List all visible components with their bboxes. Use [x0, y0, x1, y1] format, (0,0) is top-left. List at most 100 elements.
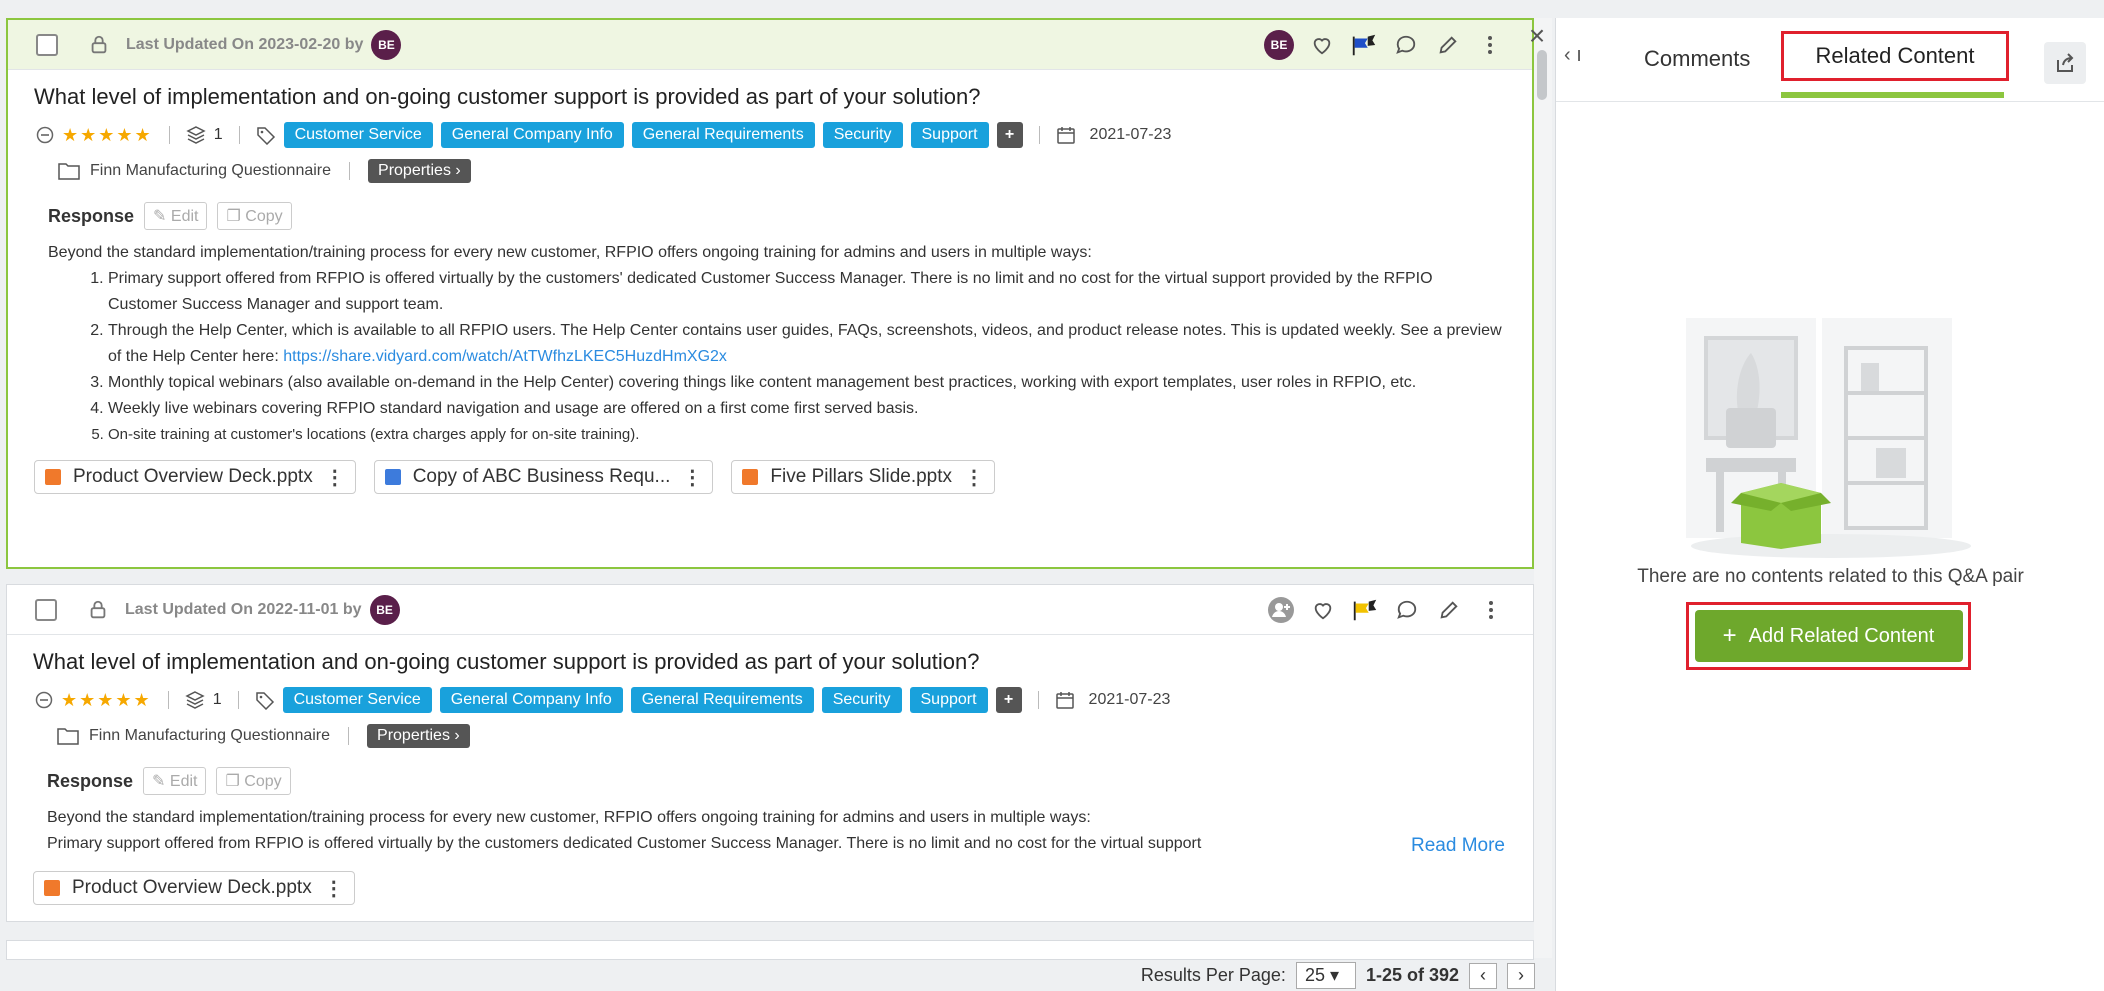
scrollbar-track[interactable]: [1534, 18, 1552, 958]
attachment[interactable]: Product Overview Deck.pptx ⋮: [33, 871, 355, 905]
add-tag-button[interactable]: +: [995, 687, 1022, 713]
response-label: Response: [48, 205, 135, 226]
close-panel-button[interactable]: ×: [1522, 22, 1552, 52]
attachment[interactable]: Copy of ABC Business Requ... ⋮: [373, 460, 714, 494]
prev-page-button[interactable]: ‹: [1469, 962, 1497, 989]
help-center-link[interactable]: https://share.vidyard.com/watch/AtTWfhzL…: [283, 348, 727, 365]
results-list: Last Updated On 2023-02-20 by BE BE What…: [0, 0, 1555, 991]
tag-icon: [255, 692, 274, 710]
copy-button[interactable]: ❐ Copy: [216, 767, 291, 795]
tab-related-content[interactable]: Related Content: [1781, 31, 2009, 81]
active-tab-indicator: [1781, 92, 2004, 98]
per-page-select[interactable]: 25 ▾: [1295, 962, 1356, 989]
tag[interactable]: Customer Service: [282, 687, 432, 713]
divider: [348, 727, 350, 745]
lock-icon[interactable]: [87, 599, 109, 621]
flag-icon[interactable]: [1351, 596, 1379, 624]
attachment-name: Product Overview Deck.pptx: [72, 877, 312, 898]
qa-card-partial[interactable]: [6, 940, 1534, 960]
attachment[interactable]: Product Overview Deck.pptx ⋮: [34, 460, 356, 494]
select-checkbox[interactable]: [36, 33, 58, 56]
folder-name[interactable]: Finn Manufacturing Questionnaire: [90, 162, 331, 180]
tag[interactable]: Support: [909, 687, 988, 713]
highlight-outline: + Add Related Content: [1686, 602, 1971, 670]
attachment-name: Copy of ABC Business Requ...: [412, 466, 671, 487]
more-icon[interactable]: ⋮: [964, 465, 984, 490]
response-row: Response ✎ Edit ❐ Copy: [7, 761, 1533, 801]
folder-icon: [58, 163, 80, 180]
card-actions: BE: [1264, 20, 1504, 70]
copy-button[interactable]: ❐ Copy: [217, 202, 292, 230]
more-icon[interactable]: ⋮: [325, 465, 345, 490]
tag[interactable]: General Company Info: [439, 687, 623, 713]
divider: [1038, 126, 1040, 144]
edit-button[interactable]: ✎ Edit: [144, 202, 208, 230]
response-list: Primary support offered from RFPIO is of…: [48, 266, 1502, 448]
response-text: Beyond the standard implementation/train…: [8, 236, 1532, 448]
pagination: Results Per Page: 25 ▾ 1-25 of 392 ‹ ›: [0, 960, 1555, 991]
tab-scroll-back[interactable]: ‹ ı: [1564, 44, 1582, 67]
pptx-file-icon: [44, 880, 60, 896]
properties-button[interactable]: Properties ›: [368, 159, 471, 183]
flag-icon[interactable]: [1350, 31, 1378, 59]
folder-name[interactable]: Finn Manufacturing Questionnaire: [89, 727, 330, 745]
divider: [1037, 691, 1039, 709]
next-page-button[interactable]: ›: [1507, 962, 1535, 989]
more-icon[interactable]: ⋮: [324, 876, 344, 901]
pptx-file-icon: [742, 469, 759, 485]
result-count: 1-25 of 392: [1365, 965, 1459, 985]
minus-circle-icon[interactable]: [36, 126, 54, 144]
star-rating[interactable]: ★★★★★: [61, 690, 152, 711]
tag[interactable]: Security: [821, 687, 902, 713]
more-icon[interactable]: [1476, 31, 1504, 59]
version-count: 1: [213, 126, 223, 143]
layers-icon: [185, 691, 205, 709]
empty-state-text: There are no contents related to this Q&…: [1637, 566, 2024, 587]
add-related-content-button[interactable]: + Add Related Content: [1694, 610, 1963, 662]
properties-button[interactable]: Properties ›: [367, 724, 470, 748]
question-title[interactable]: What level of implementation and on-goin…: [8, 70, 1532, 116]
tab-comments[interactable]: Comments: [1644, 46, 1750, 72]
comment-icon[interactable]: [1392, 31, 1420, 59]
read-more-link[interactable]: Read More: [1411, 835, 1505, 857]
attachments: Product Overview Deck.pptx ⋮ Copy of ABC …: [8, 460, 1532, 494]
panel-tabs: ‹ ı Comments Related Content: [1556, 18, 2104, 102]
tag[interactable]: Security: [822, 122, 903, 148]
share-icon[interactable]: [2044, 42, 2086, 84]
tag[interactable]: General Requirements: [631, 122, 815, 148]
star-rating[interactable]: ★★★★★: [62, 125, 153, 146]
add-tag-button[interactable]: +: [996, 122, 1023, 148]
select-checkbox[interactable]: [35, 598, 57, 621]
response-text: Beyond the standard implementation/train…: [7, 801, 1533, 857]
edit-button[interactable]: ✎ Edit: [143, 767, 207, 795]
divider: [237, 691, 239, 709]
scrollbar-thumb[interactable]: [1537, 50, 1547, 100]
avatar[interactable]: BE: [369, 594, 400, 625]
properties-label: Properties: [378, 162, 451, 179]
heart-icon[interactable]: [1309, 596, 1337, 624]
more-icon[interactable]: [1477, 596, 1505, 624]
calendar-icon: [1056, 127, 1075, 144]
comment-icon[interactable]: [1393, 596, 1421, 624]
date: 2021-07-23: [1088, 691, 1171, 708]
folder-row: Finn Manufacturing Questionnaire Propert…: [7, 719, 1533, 753]
avatar[interactable]: BE: [371, 29, 402, 60]
tag[interactable]: Customer Service: [283, 122, 433, 148]
edit-icon[interactable]: [1435, 596, 1463, 624]
tag[interactable]: General Company Info: [440, 122, 624, 148]
edit-label: Edit: [170, 208, 199, 225]
question-title[interactable]: What level of implementation and on-goin…: [7, 635, 1533, 681]
minus-circle-icon[interactable]: [35, 691, 53, 709]
lock-icon[interactable]: [88, 34, 110, 56]
add-user-icon[interactable]: [1267, 596, 1295, 624]
copy-label: Copy: [245, 208, 283, 225]
assignee-avatar[interactable]: BE: [1264, 30, 1294, 60]
more-icon[interactable]: ⋮: [682, 465, 702, 490]
tag[interactable]: Support: [910, 122, 989, 148]
qa-card[interactable]: Last Updated On 2022-11-01 by BE What le…: [6, 584, 1534, 922]
attachment[interactable]: Five Pillars Slide.pptx ⋮: [731, 460, 996, 494]
heart-icon[interactable]: [1308, 31, 1336, 59]
edit-icon[interactable]: [1434, 31, 1462, 59]
tag[interactable]: General Requirements: [630, 687, 814, 713]
qa-card[interactable]: Last Updated On 2023-02-20 by BE BE What…: [6, 18, 1534, 569]
